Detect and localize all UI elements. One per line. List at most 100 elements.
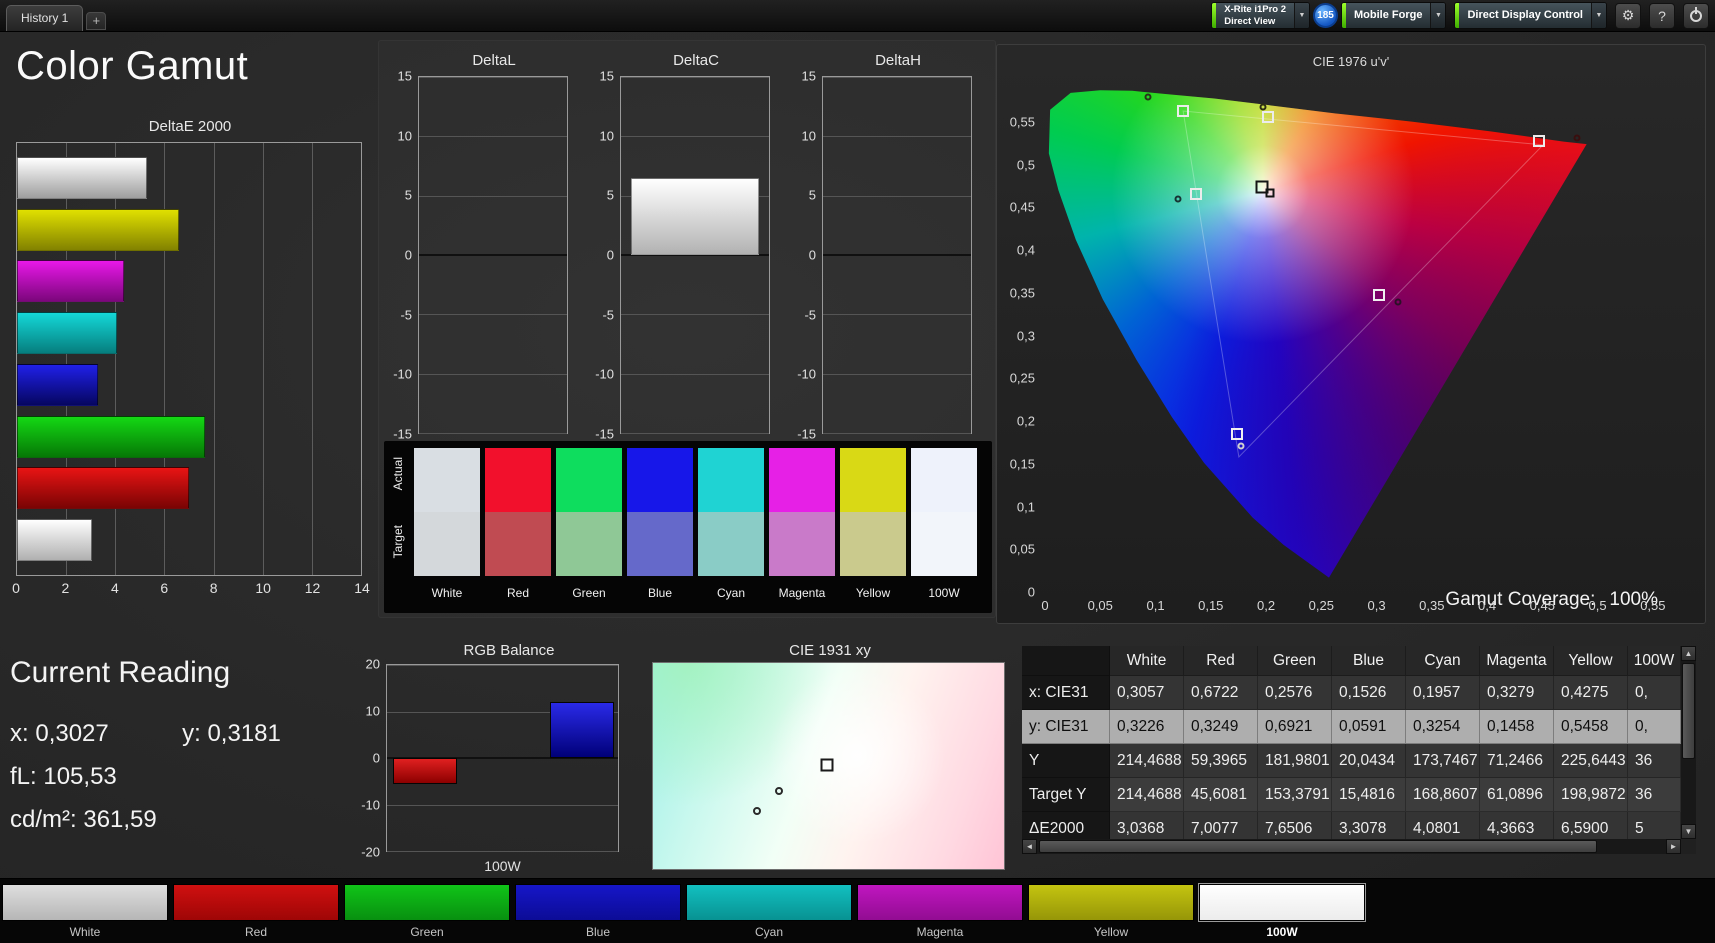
vertical-scrollbar[interactable]: ▲ ▼ — [1681, 646, 1696, 839]
deltae-xtick: 14 — [354, 580, 370, 596]
patch-label: Yellow — [1093, 925, 1129, 939]
table-header-cell-green: Green — [1258, 646, 1332, 676]
deltae2000-plot — [16, 142, 362, 576]
zero-line — [823, 254, 971, 256]
patch-tile — [1028, 884, 1194, 921]
swatch-100w: 100W — [911, 448, 977, 600]
rgb-balance-x-label: 100W — [484, 858, 521, 874]
patch-yellow[interactable]: Yellow — [1028, 884, 1194, 939]
power-button[interactable] — [1683, 2, 1709, 29]
patch-red[interactable]: Red — [173, 884, 339, 939]
deltal-chart: DeltaL 151050-5-10-15 100W — [386, 52, 572, 466]
cie-x-tick: 0,25 — [1308, 598, 1334, 613]
patch-cyan[interactable]: Cyan — [686, 884, 852, 939]
table-cell: 0,0591 — [1332, 710, 1406, 744]
cie1976-y-axis: 0,55 0,5 0,45 0,4 0,35 0,3 0,25 0,2 0,15 0,1 0,05 0 — [1001, 79, 1041, 599]
gridline — [621, 314, 769, 316]
horizontal-scroll-thumb[interactable] — [1039, 840, 1597, 853]
patch-green[interactable]: Green — [344, 884, 510, 939]
patch-100w[interactable]: 100W — [1199, 884, 1365, 939]
y-tick: 0 — [404, 247, 412, 263]
deltae-bar-yellow — [17, 208, 179, 251]
deltah-chart: DeltaH 151050-5-10-15 100W — [790, 52, 976, 466]
table-row-label: ΔE2000 — [1022, 812, 1110, 839]
cie-x-tick: 0,35 — [1419, 598, 1445, 613]
cie1976-markers — [1045, 79, 1686, 592]
scroll-up-button[interactable]: ▲ — [1681, 646, 1696, 661]
deltae-bar-row-magenta — [17, 260, 361, 303]
cie-x-tick: 0,05 — [1087, 598, 1113, 613]
y-tick: -15 — [393, 426, 412, 442]
table-cell: 71,2466 — [1480, 744, 1554, 778]
vertical-scroll-thumb[interactable] — [1682, 663, 1695, 759]
topbar-controls: X-Rite i1Pro 2 Direct View ▼ 185 Mobile … — [1211, 2, 1709, 29]
cie-y-tick: 0,3 — [1016, 328, 1035, 343]
cie-marker-circle — [1259, 103, 1267, 111]
swatch-target-cyan — [698, 512, 764, 576]
cie-x-tick: 0,3 — [1367, 598, 1386, 613]
help-button[interactable]: ? — [1649, 2, 1675, 29]
deltae2000-chart: DeltaE 2000 0 2 4 6 8 10 12 14 — [12, 118, 370, 604]
table-cell: 0,2576 — [1258, 676, 1332, 710]
add-tab-button[interactable]: + — [86, 12, 107, 30]
history-tab[interactable]: History 1 — [6, 5, 84, 31]
swatch-actual-yellow — [840, 448, 906, 512]
table-row-x-cie31[interactable]: x: CIE31 0,3057 0,6722 0,2576 0,1526 0,1957 0,… — [1022, 676, 1681, 710]
gear-icon: ⚙ — [1621, 7, 1635, 23]
scroll-left-button[interactable]: ◄ — [1022, 839, 1037, 854]
source-dropdown[interactable]: Mobile Forge ▼ — [1341, 2, 1447, 29]
swatch-target-white — [414, 512, 480, 576]
patch-label: Blue — [585, 925, 611, 939]
deltae-bar-cyan — [17, 312, 118, 355]
patch-label: 100W — [1266, 925, 1298, 939]
table-cell: 3,3078 — [1332, 812, 1406, 839]
table-cell: 0,1957 — [1406, 676, 1480, 710]
settings-button[interactable]: ⚙ — [1615, 2, 1641, 29]
gridline — [621, 433, 769, 434]
deltac-chart: DeltaC 151050-5-10-15 100W — [588, 52, 774, 466]
current-reading-fl: fL: 105,53 — [10, 763, 281, 791]
scroll-down-button[interactable]: ▼ — [1681, 824, 1696, 839]
cd-label: cd/m²: — [10, 806, 77, 833]
display-control-dropdown[interactable]: Direct Display Control ▼ — [1454, 2, 1607, 29]
patch-row: White Red Green Blue Cyan Magenta Yellow 100W — [2, 884, 1365, 939]
swatch-actual-blue — [627, 448, 693, 512]
table-cell: 0,6722 — [1184, 676, 1258, 710]
deltae-bar-row-100w — [17, 156, 361, 199]
table-row-target-y[interactable]: Target Y 214,4688 45,6081 153,3791 15,4816 16… — [1022, 778, 1681, 812]
cd-value: 361,59 — [83, 806, 157, 833]
swatch-actual-green — [556, 448, 622, 512]
table-row-y-cie31[interactable]: y: CIE31 0,3226 0,3249 0,6921 0,0591 0,3254 0,… — [1022, 710, 1681, 744]
cie1976-x-axis: 0 0,05 0,1 0,15 0,2 0,25 0,3 0,35 0,4 0,45 0,5 0,55 — [1041, 598, 1686, 614]
swatch-stack — [911, 448, 977, 576]
table-row-y[interactable]: Y 214,4688 59,3965 181,9801 20,0434 173,7467 7… — [1022, 744, 1681, 778]
table-cell: 0,3254 — [1406, 710, 1480, 744]
swatch-stack — [769, 448, 835, 576]
gridline — [419, 77, 567, 78]
patch-blue[interactable]: Blue — [515, 884, 681, 939]
deltae-bar-row-white — [17, 519, 361, 562]
horizontal-scrollbar[interactable]: ◄ ► — [1022, 839, 1681, 854]
table-row--e2000[interactable]: ΔE2000 3,0368 7,0077 7,6506 3,3078 4,0801 4,36… — [1022, 812, 1681, 839]
swatch-row: White Red Green Blue Cyan Magenta Yellow 100W — [414, 448, 977, 600]
patch-tile — [515, 884, 681, 921]
deltae-xtick: 10 — [255, 580, 271, 596]
patch-magenta[interactable]: Magenta — [857, 884, 1023, 939]
deltae-bar-row-red — [17, 467, 361, 510]
table-cell: 181,9801 — [1258, 744, 1332, 778]
scroll-right-button[interactable]: ► — [1666, 839, 1681, 854]
swatch-red: Red — [485, 448, 551, 600]
deltae-bar-red — [17, 467, 190, 510]
cie-y-tick: 0,2 — [1016, 413, 1035, 429]
patch-white[interactable]: White — [2, 884, 168, 939]
patch-label: Green — [410, 925, 444, 939]
y-tick: 10 — [365, 703, 380, 719]
app-window: History 1 + X-Rite i1Pro 2 Direct View ▼… — [0, 0, 1715, 943]
gridline — [823, 314, 971, 316]
cie-marker-square — [1231, 427, 1244, 440]
meter-dropdown[interactable]: X-Rite i1Pro 2 Direct View ▼ — [1211, 2, 1311, 29]
gridline — [419, 433, 567, 434]
y-tick: 15 — [801, 68, 816, 84]
cie-marker-square — [1265, 188, 1275, 198]
cie-x-tick: 0,45 — [1529, 598, 1555, 613]
